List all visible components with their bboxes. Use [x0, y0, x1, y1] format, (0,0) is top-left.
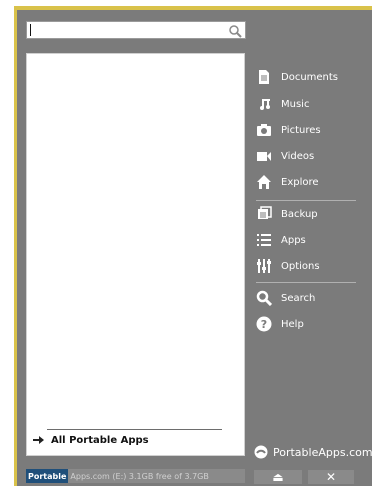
home-icon [256, 174, 272, 190]
close-icon: ✕ [325, 470, 337, 484]
help-icon: ? [256, 316, 272, 332]
svg-text:?: ? [261, 318, 267, 331]
document-icon [256, 69, 272, 85]
nav-separator [256, 282, 356, 283]
nav-explore-label: Explore [281, 176, 319, 188]
search-icon [256, 290, 273, 307]
nav-search[interactable]: Search [256, 287, 315, 309]
drive-status-bar: Portable Apps.com (E:) 3.1GB free of 3.7… [26, 469, 245, 483]
nav-search-label: Search [281, 292, 316, 304]
nav-backup[interactable]: Backup [256, 203, 318, 225]
all-portable-apps-link[interactable]: All Portable Apps [33, 432, 149, 448]
nav-documents[interactable]: Documents [256, 66, 338, 88]
portableapps-website-link[interactable]: PortableApps.com [254, 443, 373, 461]
nav-help[interactable]: ? Help [256, 313, 304, 335]
nav-backup-label: Backup [281, 208, 318, 220]
text-caret [30, 24, 31, 36]
arrow-right-icon [33, 435, 45, 445]
nav-pictures-label: Pictures [281, 124, 321, 136]
backup-icon [256, 206, 272, 222]
nav-explore[interactable]: Explore [256, 171, 319, 193]
nav-documents-label: Documents [281, 71, 339, 83]
status-brand: Portable [26, 469, 69, 483]
nav-videos[interactable]: Videos [256, 145, 314, 167]
search-input[interactable] [26, 21, 246, 39]
apps-list-panel: All Portable Apps [26, 53, 245, 456]
search-icon[interactable] [228, 23, 242, 38]
eject-button[interactable]: ⏏ [254, 470, 302, 484]
camera-icon [256, 122, 272, 138]
portableapps-website-label: PortableApps.com [273, 445, 373, 459]
all-portable-apps-label: All Portable Apps [51, 434, 149, 446]
close-button[interactable]: ✕ [308, 470, 354, 484]
eject-icon: ⏏ [272, 470, 284, 484]
nav-music-label: Music [281, 98, 310, 110]
nav-help-label: Help [281, 318, 304, 330]
nav-apps-label: Apps [281, 234, 306, 246]
list-icon [256, 232, 272, 248]
options-icon [256, 258, 272, 274]
nav-options-label: Options [281, 260, 320, 272]
portableapps-logo-icon [254, 445, 268, 459]
nav-videos-label: Videos [281, 150, 315, 162]
list-divider [47, 429, 222, 430]
nav-pictures[interactable]: Pictures [256, 119, 321, 141]
app-window: All Portable Apps Documents Music Pictur… [0, 0, 374, 486]
nav-apps[interactable]: Apps [256, 229, 306, 251]
video-icon [256, 148, 272, 164]
nav-music[interactable]: Music [256, 93, 309, 115]
status-text: Apps.com (E:) 3.1GB free of 3.7GB [70, 471, 209, 481]
music-icon [256, 96, 272, 112]
nav-separator [256, 200, 356, 201]
nav-options[interactable]: Options [256, 255, 320, 277]
